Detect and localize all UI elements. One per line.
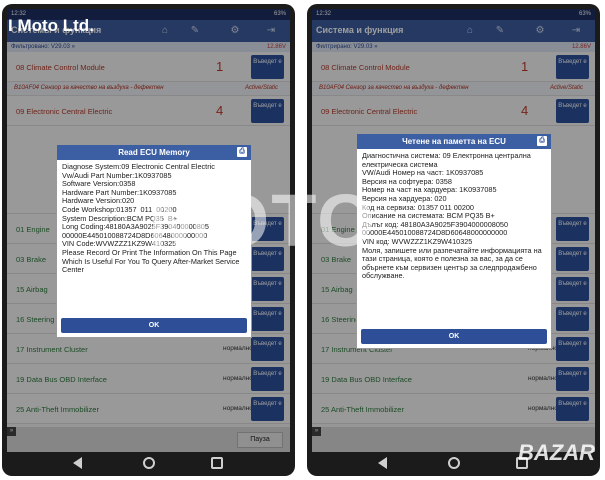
back-icon[interactable]: [378, 457, 387, 469]
dialog-title-bar: Четене на паметта на ECU ⎙: [357, 134, 551, 149]
dialog-title: Четене на паметта на ECU: [402, 137, 506, 146]
watermark: MOTO: [148, 179, 377, 262]
android-nav-bar: [7, 454, 290, 472]
dialog-title-bar: Read ECU Memory ⎙: [57, 145, 251, 160]
brand-logo: I Moto Ltd.: [8, 16, 94, 35]
home-circle-icon[interactable]: [448, 457, 460, 469]
ok-button[interactable]: OK: [61, 318, 247, 333]
photo-root: 12:32 63% Системы и функция ⌂ ✎ ⚙ ⇥ Филь…: [0, 0, 605, 480]
ok-button[interactable]: OK: [361, 329, 547, 344]
print-icon[interactable]: ⎙: [537, 136, 547, 146]
print-icon[interactable]: ⎙: [237, 147, 247, 157]
dialog-title: Read ECU Memory: [118, 148, 190, 157]
back-icon[interactable]: [73, 457, 82, 469]
home-circle-icon[interactable]: [143, 457, 155, 469]
bazar-watermark: BAZAR: [518, 440, 595, 465]
recent-apps-icon[interactable]: [211, 457, 223, 469]
